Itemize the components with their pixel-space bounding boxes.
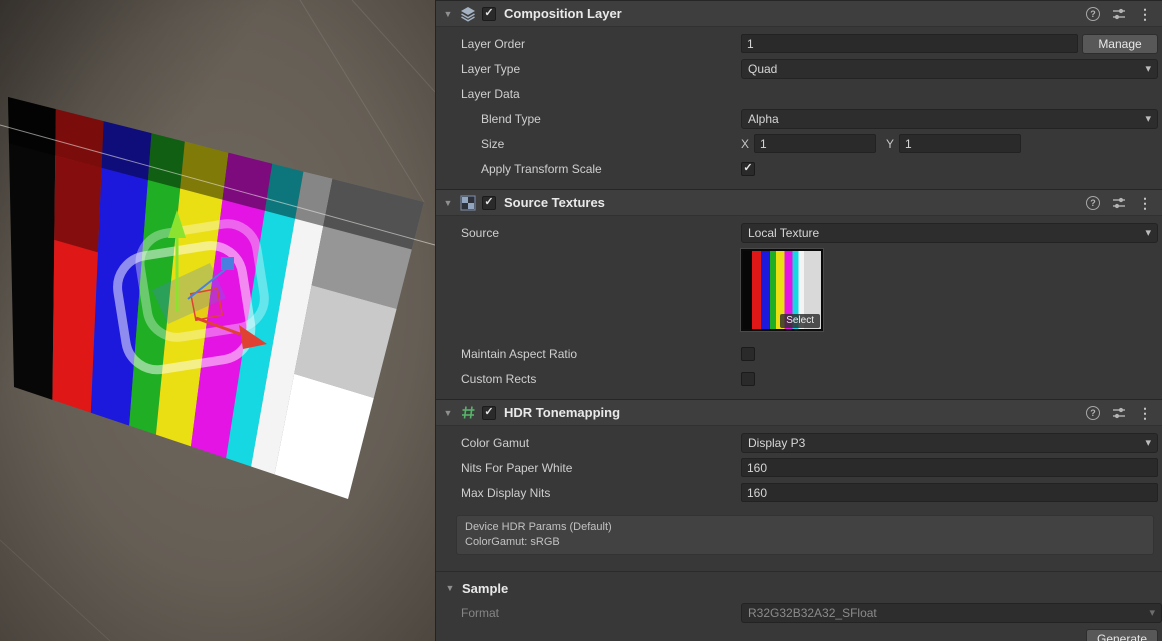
texture-icon	[460, 195, 476, 211]
layer-order-label: Layer Order	[461, 37, 741, 51]
row-texture-preview: Select	[436, 245, 1158, 341]
layers-icon	[460, 6, 476, 22]
source-textures-header[interactable]: ▼ ✓ Source Textures ?	[436, 189, 1162, 216]
component-enabled-checkbox[interactable]: ✓	[482, 406, 496, 420]
foldout-arrow-icon[interactable]: ▼	[442, 408, 454, 418]
layer-type-label: Layer Type	[461, 62, 741, 76]
chevron-down-icon: ▾	[1145, 62, 1151, 75]
info-line: ColorGamut: sRGB	[465, 535, 1145, 550]
color-gamut-dropdown[interactable]: Display P3 ▾	[741, 433, 1158, 453]
color-gamut-label: Color Gamut	[461, 436, 741, 450]
unity-editor: ▼ ✓ Composition Layer ?	[0, 0, 1162, 641]
layer-type-dropdown[interactable]: Quad ▾	[741, 59, 1158, 79]
generate-button[interactable]: Generate	[1086, 629, 1158, 641]
section-source-textures: ▼ ✓ Source Textures ?	[436, 189, 1162, 399]
row-nits-for-paper-white: Nits For Paper White	[436, 455, 1158, 480]
section-hdr-tonemapping: ▼ ✓ HDR Tonemapping ?	[436, 399, 1162, 563]
row-maintain-aspect-ratio: Maintain Aspect Ratio	[436, 341, 1158, 366]
row-generate: Generate	[436, 625, 1162, 641]
row-size: Size X Y	[436, 131, 1158, 156]
row-layer-order: Layer Order Manage	[436, 31, 1158, 56]
hdr-params-info-box: Device HDR Params (Default) ColorGamut: …	[456, 515, 1154, 555]
maintain-aspect-ratio-checkbox[interactable]	[741, 347, 755, 361]
info-line: Device HDR Params (Default)	[465, 520, 1145, 535]
format-dropdown: R32G32B32A32_SFloat ▾	[741, 603, 1162, 623]
row-blend-type: Blend Type Alpha ▾	[436, 106, 1158, 131]
blend-type-label: Blend Type	[461, 112, 741, 126]
presets-icon[interactable]	[1111, 405, 1127, 421]
size-label: Size	[461, 137, 741, 151]
help-icon[interactable]: ?	[1086, 7, 1100, 21]
help-icon[interactable]: ?	[1086, 406, 1100, 420]
chevron-down-icon: ▾	[1145, 436, 1151, 449]
inspector-panel: ▼ ✓ Composition Layer ?	[435, 0, 1162, 641]
composition-layer-header[interactable]: ▼ ✓ Composition Layer ?	[436, 0, 1162, 27]
section-composition-layer: ▼ ✓ Composition Layer ?	[436, 0, 1162, 189]
section-title: Source Textures	[504, 195, 605, 210]
size-x-label: X	[741, 137, 749, 151]
menu-icon[interactable]: ⋮	[1138, 196, 1152, 210]
help-icon[interactable]: ?	[1086, 196, 1100, 210]
foldout-arrow-icon[interactable]: ▼	[444, 583, 456, 593]
chevron-down-icon: ▾	[1145, 226, 1151, 239]
menu-icon[interactable]: ⋮	[1138, 406, 1152, 420]
max-display-nits-input[interactable]	[741, 483, 1158, 502]
presets-icon[interactable]	[1111, 6, 1127, 22]
custom-rects-checkbox[interactable]	[741, 372, 755, 386]
format-value: R32G32B32A32_SFloat	[748, 606, 1143, 620]
row-layer-data: Layer Data	[436, 81, 1158, 106]
blend-type-dropdown[interactable]: Alpha ▾	[741, 109, 1158, 129]
foldout-arrow-icon[interactable]: ▼	[442, 198, 454, 208]
layer-type-value: Quad	[748, 62, 1139, 76]
presets-icon[interactable]	[1111, 195, 1127, 211]
source-label: Source	[461, 226, 741, 240]
z-axis-handle-icon[interactable]	[221, 257, 234, 270]
apply-transform-scale-label: Apply Transform Scale	[461, 162, 741, 176]
chevron-down-icon: ▾	[1149, 606, 1155, 619]
custom-rects-label: Custom Rects	[461, 372, 741, 386]
row-source: Source Local Texture ▾	[436, 220, 1158, 245]
scene-view[interactable]	[0, 0, 435, 641]
hdr-tonemapping-header[interactable]: ▼ ✓ HDR Tonemapping ?	[436, 399, 1162, 426]
scene-canvas	[0, 0, 435, 641]
format-label: Format	[461, 606, 741, 620]
source-value: Local Texture	[748, 226, 1139, 240]
nits-for-paper-white-input[interactable]	[741, 458, 1158, 477]
size-y-label: Y	[886, 137, 894, 151]
size-x-input[interactable]	[754, 134, 876, 153]
texture-select-button[interactable]: Select	[780, 314, 820, 328]
menu-icon[interactable]: ⋮	[1138, 7, 1152, 21]
source-dropdown[interactable]: Local Texture ▾	[741, 223, 1158, 243]
row-layer-type: Layer Type Quad ▾	[436, 56, 1158, 81]
chevron-down-icon: ▾	[1145, 112, 1151, 125]
section-title: Composition Layer	[504, 6, 622, 21]
manage-button[interactable]: Manage	[1082, 34, 1158, 54]
max-display-nits-label: Max Display Nits	[461, 486, 741, 500]
script-icon	[460, 405, 476, 421]
sample-title: Sample	[462, 581, 508, 596]
component-enabled-checkbox[interactable]: ✓	[482, 196, 496, 210]
section-title: HDR Tonemapping	[504, 405, 620, 420]
maintain-aspect-ratio-label: Maintain Aspect Ratio	[461, 347, 741, 361]
row-max-display-nits: Max Display Nits	[436, 480, 1158, 505]
row-format: Format R32G32B32A32_SFloat ▾	[436, 600, 1162, 625]
color-gamut-value: Display P3	[748, 436, 1139, 450]
section-sample: ▼ Sample Format R32G32B32A32_SFloat ▾ Ge…	[436, 571, 1162, 641]
nits-for-paper-white-label: Nits For Paper White	[461, 461, 741, 475]
row-color-gamut: Color Gamut Display P3 ▾	[436, 430, 1158, 455]
sample-foldout-header[interactable]: ▼ Sample	[436, 576, 1162, 600]
foldout-arrow-icon[interactable]: ▼	[442, 9, 454, 19]
size-y-input[interactable]	[899, 134, 1021, 153]
row-custom-rects: Custom Rects	[436, 366, 1158, 391]
blend-type-value: Alpha	[748, 112, 1139, 126]
apply-transform-scale-checkbox[interactable]: ✓	[741, 162, 755, 176]
row-apply-transform-scale: Apply Transform Scale ✓	[436, 156, 1158, 181]
layer-order-input[interactable]	[741, 34, 1078, 53]
layer-data-label: Layer Data	[461, 87, 741, 101]
texture-preview[interactable]: Select	[741, 249, 823, 331]
component-enabled-checkbox[interactable]: ✓	[482, 7, 496, 21]
